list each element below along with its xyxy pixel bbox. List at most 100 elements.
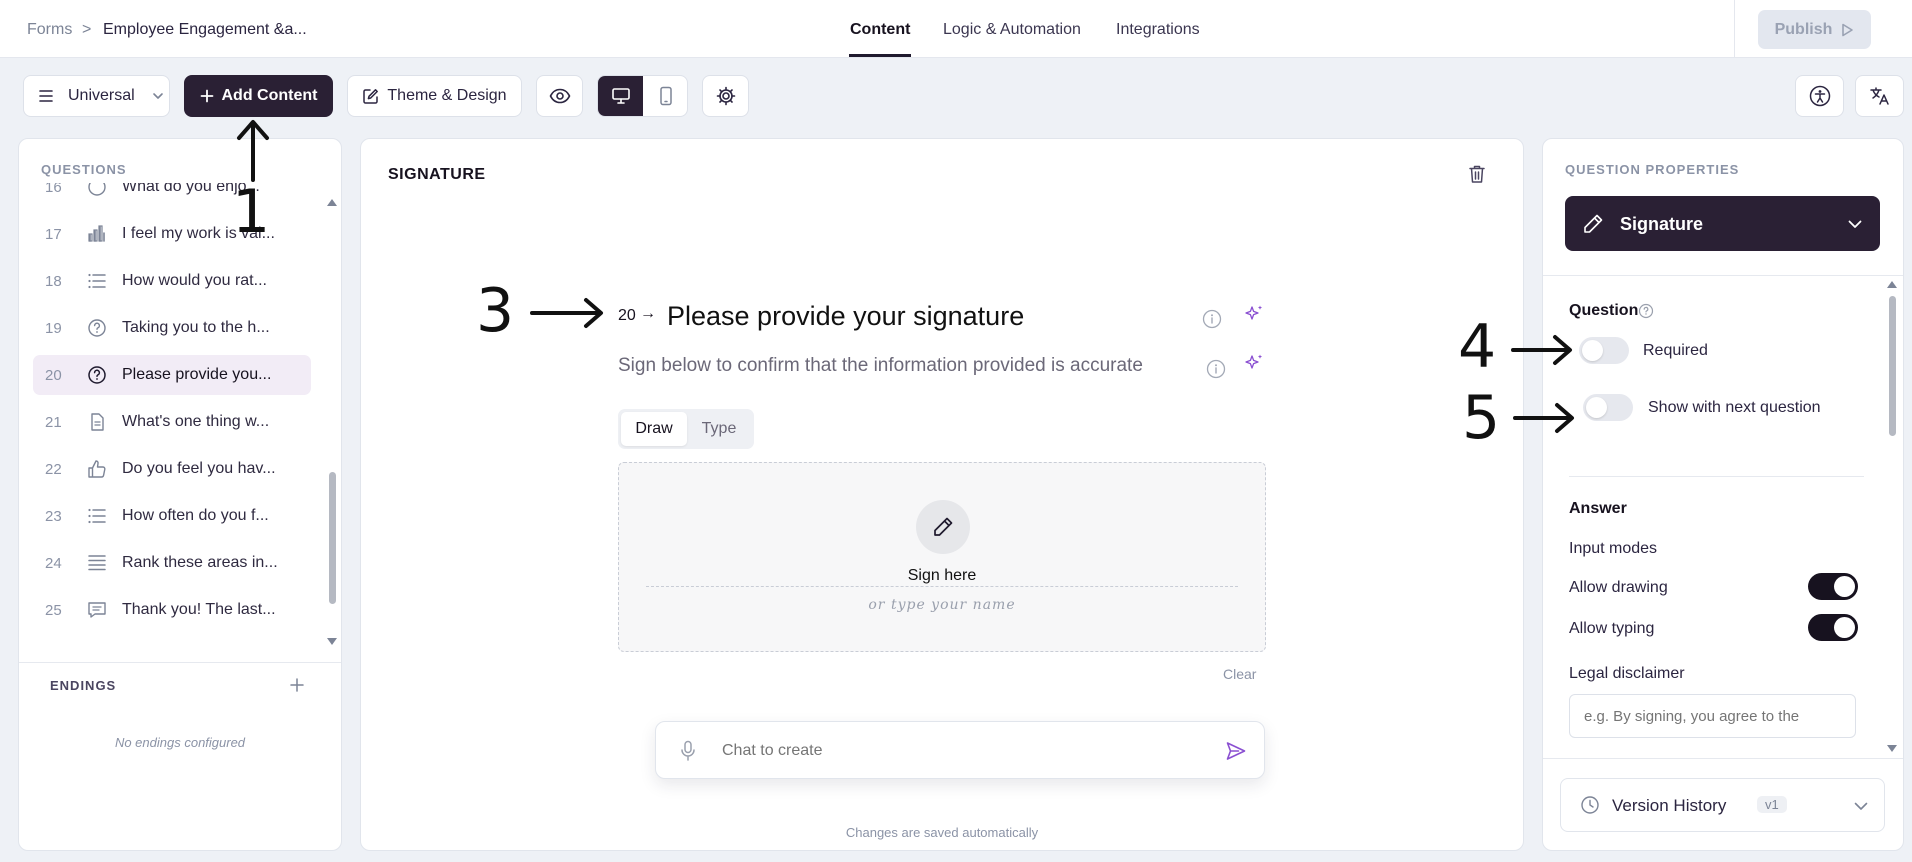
- ai-sparkle-icon[interactable]: [1243, 352, 1265, 374]
- scroll-up-arrow[interactable]: [1886, 279, 1898, 289]
- autosave-note: Changes are saved automatically: [845, 825, 1039, 840]
- signature-pad[interactable]: Sign here or type your name: [618, 462, 1266, 652]
- info-icon[interactable]: [1206, 359, 1226, 379]
- list-item-22[interactable]: 22 Do you feel you hav...: [33, 449, 311, 489]
- annotation-1: 1: [232, 177, 271, 247]
- chevron-down-icon: [152, 93, 163, 99]
- scroll-up-arrow[interactable]: [326, 197, 338, 207]
- document-icon: [91, 413, 104, 431]
- question-circle-icon: [88, 366, 106, 384]
- type-name-hint: or type your name: [868, 597, 1016, 613]
- send-icon[interactable]: [1225, 740, 1247, 762]
- sign-here-label: Sign here: [907, 567, 977, 584]
- translate-button[interactable]: [1855, 75, 1904, 117]
- ai-sparkle-icon[interactable]: [1243, 303, 1265, 325]
- question-number: 17: [45, 226, 62, 243]
- legal-disclaimer-label: Legal disclaimer: [1569, 665, 1685, 682]
- question-type-select[interactable]: Signature: [1565, 196, 1880, 251]
- accessibility-button[interactable]: [1795, 75, 1844, 117]
- clock-icon: [1581, 796, 1599, 814]
- desktop-view-button[interactable]: [598, 76, 643, 116]
- endings-heading: ENDINGS: [50, 678, 117, 693]
- breadcrumb-separator: >: [82, 21, 92, 38]
- type-mode-tab[interactable]: Type: [687, 412, 751, 446]
- question-description[interactable]: Sign below to confirm that the informati…: [618, 355, 1143, 377]
- info-icon[interactable]: [1202, 309, 1222, 329]
- add-content-button[interactable]: Add Content: [184, 75, 333, 117]
- required-toggle[interactable]: [1579, 337, 1629, 364]
- list-icon: [88, 508, 106, 524]
- chat-input[interactable]: [722, 736, 1202, 766]
- question-number-arrow: →: [640, 305, 656, 322]
- settings-button[interactable]: [702, 75, 749, 117]
- scroll-down-arrow[interactable]: [1886, 744, 1898, 754]
- gear-icon: [716, 86, 735, 106]
- answer-section-heading: Answer: [1569, 500, 1627, 517]
- chevron-down-icon: [1848, 220, 1862, 228]
- publish-label: Publish: [1774, 20, 1833, 38]
- show-with-next-label: Show with next question: [1648, 399, 1821, 416]
- language-label: Universal: [68, 87, 135, 104]
- tab-logic-automation[interactable]: Logic & Automation: [943, 21, 1081, 39]
- mobile-view-button[interactable]: [643, 76, 687, 116]
- version-history-panel[interactable]: Version History v1: [1560, 778, 1885, 832]
- edit-box-icon: [363, 88, 379, 104]
- add-content-label: Add Content: [221, 87, 318, 104]
- bar-chart-icon: [88, 225, 105, 242]
- list-item-18[interactable]: 18 How would you rat...: [33, 261, 311, 301]
- trash-icon[interactable]: [1468, 164, 1486, 184]
- device-toggle: [597, 75, 688, 117]
- allow-drawing-toggle[interactable]: [1808, 573, 1858, 600]
- legal-disclaimer-input[interactable]: [1569, 694, 1856, 738]
- translate-icon: [1869, 87, 1889, 105]
- tab-content[interactable]: Content: [850, 21, 910, 39]
- rank-lines-icon: [88, 555, 106, 571]
- publish-button[interactable]: Publish: [1758, 10, 1871, 49]
- signature-mode-toggle: Draw Type: [618, 409, 754, 449]
- list-item-24[interactable]: 24 Rank these areas in...: [33, 543, 311, 583]
- question-section-heading: Question: [1569, 302, 1639, 319]
- draw-mode-tab[interactable]: Draw: [621, 412, 687, 446]
- question-number-label: 20: [618, 307, 636, 324]
- preview-button[interactable]: [536, 75, 583, 117]
- list-item-20[interactable]: 20 Please provide you...: [33, 355, 311, 395]
- questions-scrollbar-thumb[interactable]: [329, 472, 336, 604]
- list-item-21[interactable]: 21 What's one thing w...: [33, 402, 311, 442]
- annotation-3: 3: [476, 276, 515, 346]
- question-label: How would you rat...: [122, 272, 267, 289]
- pencil-button[interactable]: [916, 500, 970, 554]
- help-icon[interactable]: [1638, 303, 1654, 319]
- question-number: 18: [45, 273, 62, 290]
- list-item-23[interactable]: 23 How often do you f...: [33, 496, 311, 536]
- show-with-next-toggle[interactable]: [1583, 394, 1633, 421]
- theme-design-button[interactable]: Theme & Design: [347, 75, 522, 117]
- list-item-25[interactable]: 25 Thank you! The last...: [33, 590, 311, 630]
- input-modes-label: Input modes: [1569, 540, 1658, 557]
- question-label: Please provide you...: [122, 366, 272, 383]
- section-title: SIGNATURE: [388, 166, 486, 183]
- question-type-label: Signature: [1620, 214, 1704, 234]
- annotation-4: 4: [1458, 312, 1497, 382]
- clear-button[interactable]: Clear: [1223, 666, 1256, 682]
- breadcrumb-forms-link[interactable]: Forms: [27, 21, 72, 39]
- properties-scrollbar-thumb[interactable]: [1889, 296, 1896, 436]
- microphone-icon[interactable]: [680, 740, 696, 762]
- language-select[interactable]: Universal: [23, 75, 170, 117]
- scroll-down-arrow[interactable]: [326, 637, 338, 647]
- question-number: 22: [45, 461, 62, 478]
- add-ending-icon[interactable]: [289, 677, 305, 693]
- questions-list: 16 What do you enjo... 17 I feel my work…: [19, 183, 329, 791]
- endings-divider: [19, 662, 341, 663]
- question-number: 25: [45, 602, 62, 619]
- breadcrumb-form-title[interactable]: Employee Engagement &a...: [103, 21, 307, 39]
- tab-integrations[interactable]: Integrations: [1116, 21, 1200, 39]
- properties-scroll: Question Required Show with next questio…: [1543, 276, 1889, 756]
- properties-panel: QUESTION PROPERTIES Signature Question R…: [1542, 138, 1904, 851]
- question-circle-icon: [88, 319, 106, 337]
- allow-typing-toggle[interactable]: [1808, 614, 1858, 641]
- question-title[interactable]: Please provide your signature: [667, 301, 1024, 332]
- chevron-down-icon: [1854, 802, 1868, 810]
- pencil-icon: [1584, 214, 1603, 233]
- thumbs-up-icon: [88, 460, 106, 478]
- list-item-19[interactable]: 19 Taking you to the h...: [33, 308, 311, 348]
